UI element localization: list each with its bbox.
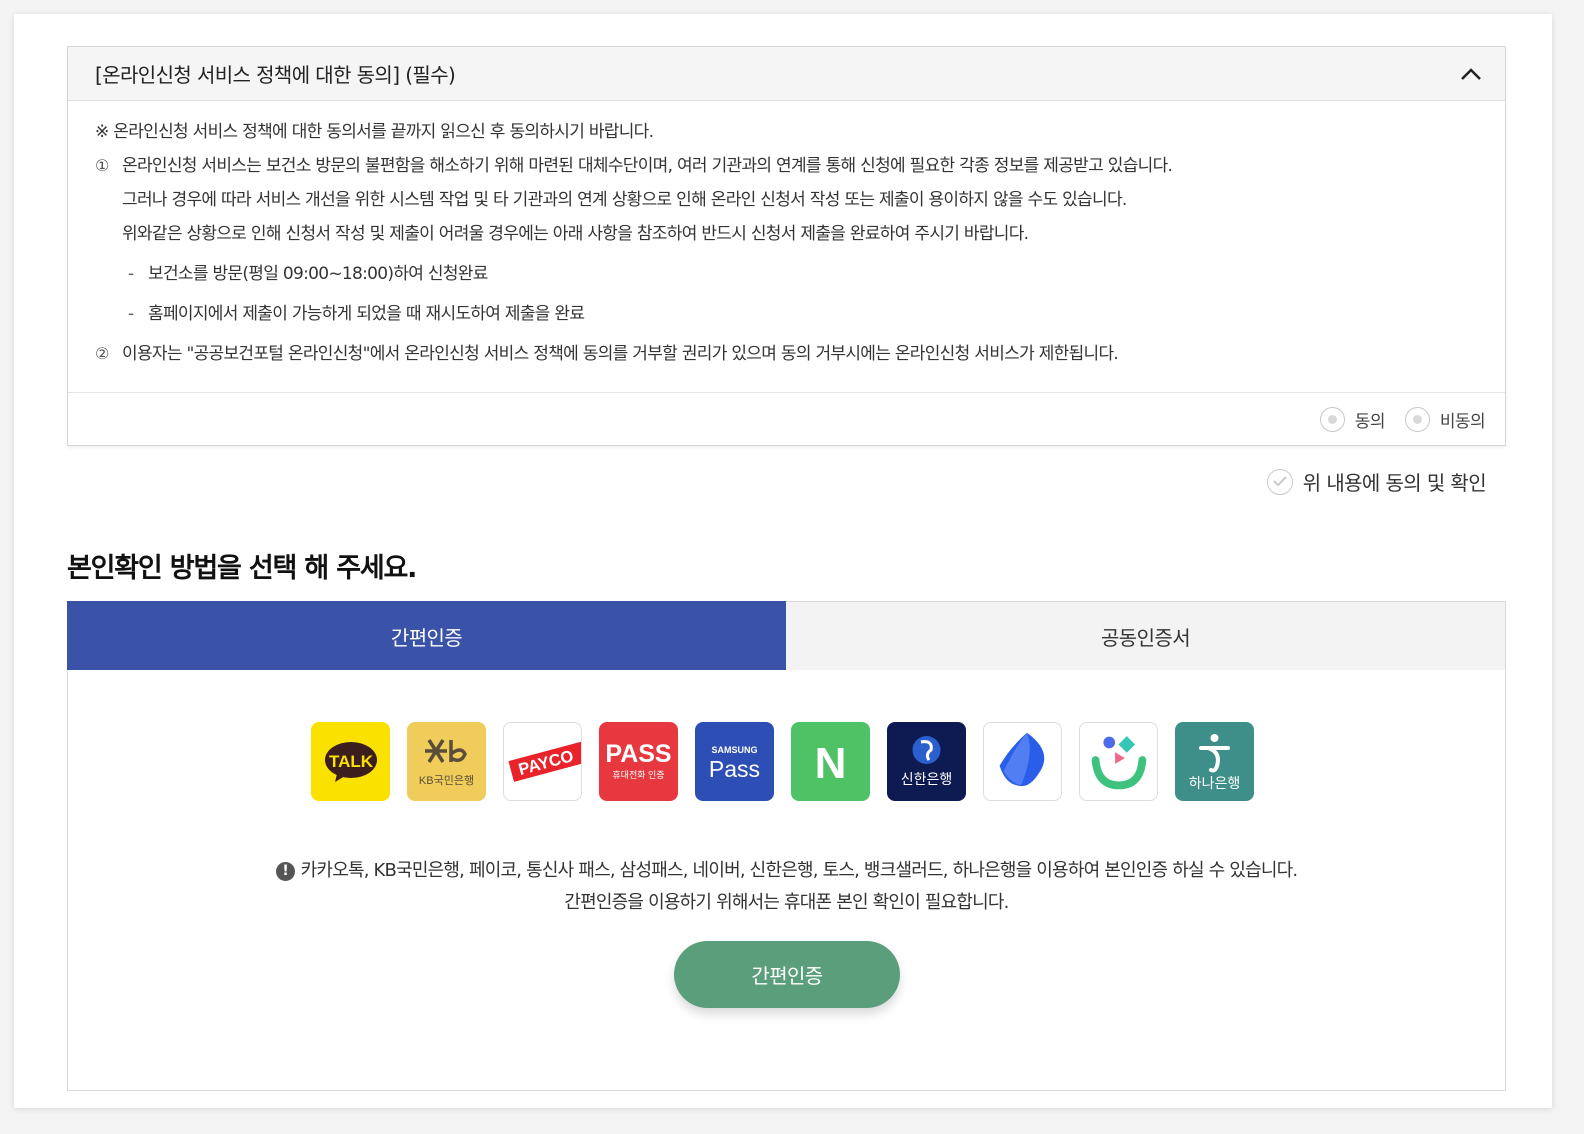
agree-radio[interactable]: 동의 [1319, 406, 1386, 432]
samsung-pass-icon[interactable]: SAMSUNG Pass [695, 722, 774, 801]
agreement-item-2: ② 이용자는 "공공보건포털 온라인신청"에서 온라인신청 서비스 정책에 동의… [95, 343, 1505, 365]
banksalad-icon[interactable] [1079, 722, 1158, 801]
check-icon [1266, 468, 1293, 495]
item-text-line: 온라인신청 서비스는 보건소 방문의 불편함을 해소하기 위해 마련된 대체수단… [122, 156, 1173, 176]
hana-bank-icon[interactable]: 하나은행 [1175, 722, 1254, 801]
agreement-title: [온라인신청 서비스 정책에 대한 동의] (필수) [95, 63, 456, 87]
agreement-item-1: ① 온라인신청 서비스는 보건소 방문의 불편함을 해소하기 위해 마련된 대체… [95, 155, 1505, 257]
pass-icon[interactable]: PASS 휴대전화 인증 [599, 722, 678, 801]
sub-item: - 홈페이지에서 제출이 가능하게 되었을 때 재시도하여 제출을 완료 [128, 304, 585, 324]
sub-item: - 보건소를 방문(평일 09:00~18:00)하여 신청완료 [128, 264, 488, 284]
svg-text:Pass: Pass [709, 756, 760, 782]
radio-circle-icon [1319, 406, 1345, 432]
svg-text:휴대전화 인증: 휴대전화 인증 [612, 770, 664, 780]
agreement-body: ※ 온라인신청 서비스 정책에 대한 동의서를 끝까지 읽으신 후 동의하시기 … [68, 101, 1505, 393]
svg-text:SAMSUNG: SAMSUNG [711, 745, 757, 755]
svg-text:KB국민은행: KB국민은행 [419, 774, 474, 787]
simple-auth-button[interactable]: 간편인증 [674, 941, 900, 1008]
tab-simple-auth[interactable]: 간편인증 [67, 601, 786, 671]
payco-icon[interactable]: PAYCO [503, 722, 582, 801]
shinhan-bank-icon[interactable]: 신한은행 [887, 722, 966, 801]
auth-tabs: 간편인증 공동인증서 [67, 601, 1506, 671]
svg-text:PAYCO: PAYCO [516, 746, 575, 779]
agreement-options: 동의 비동의 [68, 393, 1505, 445]
info-text-line1: 카카오톡, KB국민은행, 페이코, 통신사 패스, 삼성패스, 네이버, 신한… [300, 860, 1298, 881]
svg-text:N: N [815, 739, 847, 788]
simple-auth-panel: TALK KB국민은행 PAYCO PASS 휴대전화 인증 SAMSUNG P… [67, 670, 1506, 1091]
naver-icon[interactable]: N [791, 722, 870, 801]
chevron-up-icon [1461, 67, 1481, 80]
auth-info: ! 카카오톡, KB국민은행, 페이코, 통신사 패스, 삼성패스, 네이버, … [68, 855, 1505, 919]
radio-circle-icon [1404, 406, 1430, 432]
svg-text:PASS: PASS [605, 740, 671, 768]
disagree-label: 비동의 [1439, 411, 1486, 432]
page-container: [온라인신청 서비스 정책에 대한 동의] (필수) ※ 온라인신청 서비스 정… [14, 14, 1552, 1108]
item-text-line: 이용자는 "공공보건포털 온라인신청"에서 온라인신청 서비스 정책에 동의를 … [122, 344, 1119, 364]
kb-bank-icon[interactable]: KB국민은행 [407, 722, 486, 801]
collapse-button[interactable] [1457, 60, 1485, 88]
agree-label: 동의 [1354, 411, 1386, 432]
svg-text:TALK: TALK [328, 752, 373, 771]
agreement-header[interactable]: [온라인신청 서비스 정책에 대한 동의] (필수) [68, 47, 1505, 101]
confirm-label: 위 내용에 동의 및 확인 [1302, 471, 1487, 495]
item-text-line: 위와같은 상황으로 인해 신청서 작성 및 제출이 어려울 경우에는 아래 사항… [122, 224, 1029, 244]
svg-text:신한은행: 신한은행 [901, 771, 953, 787]
item-number: ② [95, 344, 109, 363]
agreement-notice: ※ 온라인신청 서비스 정책에 대한 동의서를 끝까지 읽으신 후 동의하시기 … [95, 122, 654, 142]
item-text-line: 그러나 경우에 따라 서비스 개선을 위한 시스템 작업 및 타 기관과의 연계… [122, 190, 1127, 210]
svg-text:하나은행: 하나은행 [1189, 775, 1241, 791]
agreement-panel: [온라인신청 서비스 정책에 대한 동의] (필수) ※ 온라인신청 서비스 정… [67, 46, 1506, 446]
section-title: 본인확인 방법을 선택 해 주세요. [67, 553, 417, 584]
confirm-checkbox[interactable]: 위 내용에 동의 및 확인 [1266, 467, 1487, 496]
disagree-radio[interactable]: 비동의 [1404, 406, 1486, 432]
provider-list: TALK KB국민은행 PAYCO PASS 휴대전화 인증 SAMSUNG P… [311, 722, 1254, 801]
exclamation-icon: ! [275, 861, 295, 881]
info-text-line2: 간편인증을 이용하기 위해서는 휴대폰 본인 확인이 필요합니다. [564, 892, 1009, 913]
kakao-talk-icon[interactable]: TALK [311, 722, 390, 801]
item-number: ① [95, 156, 109, 175]
tab-joint-certificate[interactable]: 공동인증서 [786, 601, 1506, 671]
toss-icon[interactable] [983, 722, 1062, 801]
